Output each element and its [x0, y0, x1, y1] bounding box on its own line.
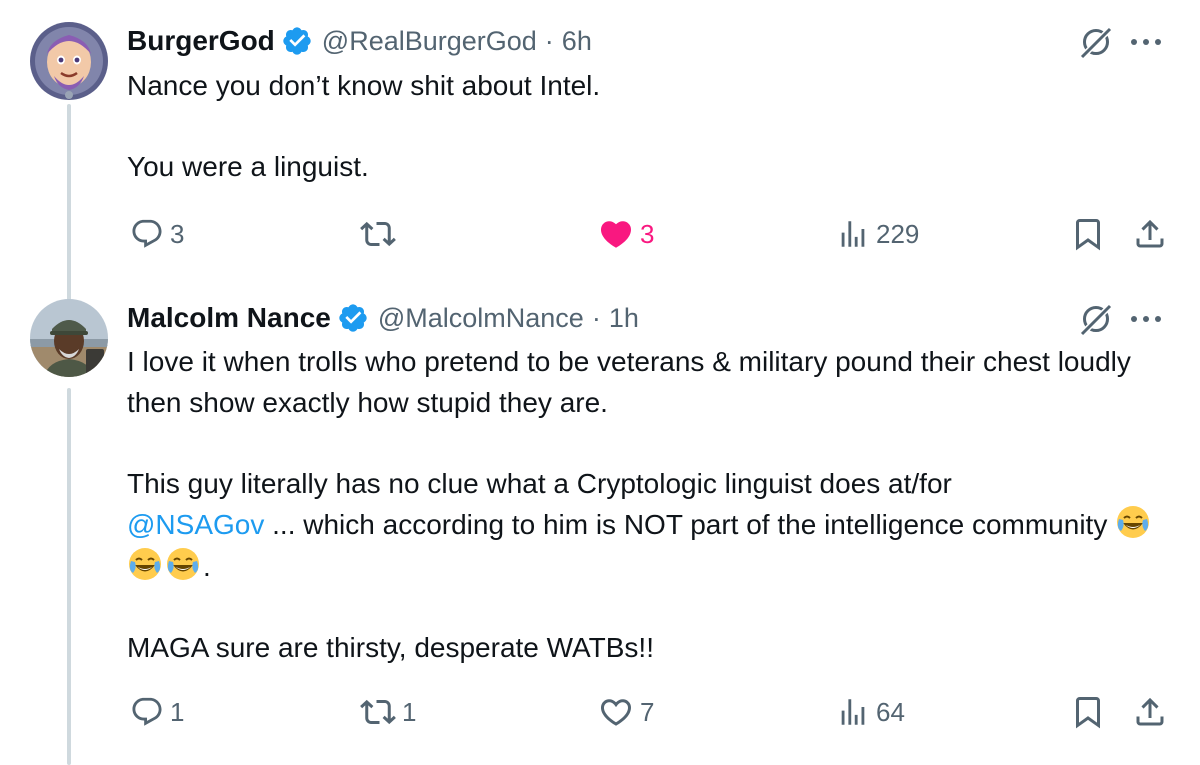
views-count: 229: [876, 218, 920, 249]
avatar[interactable]: [30, 299, 108, 377]
face-with-tears-of-joy-emoji: [1115, 504, 1151, 540]
author-name[interactable]: Malcolm Nance: [127, 302, 331, 334]
timestamp[interactable]: 1h: [609, 303, 639, 334]
thread-line: [67, 388, 71, 765]
views-count: 64: [876, 696, 905, 727]
reply-button[interactable]: 3: [130, 216, 184, 252]
views-icon: [841, 221, 865, 247]
separator-dot: ·: [544, 25, 554, 56]
heart-icon: [600, 699, 632, 726]
views-icon: [841, 699, 865, 725]
more-icon[interactable]: [1126, 307, 1166, 331]
share-icon: [1136, 219, 1164, 248]
reply-icon: [132, 219, 162, 248]
text-segment: ... which according to him is NOT part o…: [264, 509, 1108, 540]
tweet-paragraph: MAGA sure are thirsty, desperate WATBs!!: [127, 631, 654, 663]
bookmark-button[interactable]: [1070, 694, 1106, 730]
repost-icon: [360, 221, 396, 247]
share-button[interactable]: [1132, 694, 1168, 730]
like-count: 7: [640, 696, 655, 727]
like-count: 3: [640, 218, 655, 249]
more-icon[interactable]: [1126, 30, 1166, 54]
bookmark-button[interactable]: [1070, 216, 1106, 252]
bookmark-icon: [1076, 219, 1100, 251]
views-button[interactable]: 229: [836, 216, 919, 252]
separator-dot: ·: [591, 302, 601, 333]
face-with-tears-of-joy-emoji: [165, 546, 201, 582]
author-name[interactable]: BurgerGod: [127, 25, 275, 57]
tweet-text: Nance you don’t know shit about Intel. Y…: [127, 66, 1177, 188]
author-handle[interactable]: @RealBurgerGod: [322, 26, 537, 57]
face-with-tears-of-joy-emoji: [127, 546, 163, 582]
mention-link[interactable]: @NSAGov: [127, 509, 264, 540]
reply-button[interactable]: 1: [130, 694, 184, 730]
like-button[interactable]: 7: [598, 694, 654, 730]
repost-button[interactable]: 1: [360, 694, 416, 730]
author-handle[interactable]: @MalcolmNance: [378, 303, 584, 334]
heart-icon: [600, 221, 632, 248]
thread-line: [67, 104, 71, 302]
reply-icon: [132, 697, 162, 726]
tweet-text: I love it when trolls who pretend to be …: [127, 342, 1177, 668]
share-button[interactable]: [1132, 216, 1168, 252]
reply-count: 3: [170, 218, 185, 249]
share-icon: [1136, 697, 1164, 726]
verified-badge-icon[interactable]: [281, 25, 313, 57]
verified-badge-icon[interactable]: [337, 302, 369, 334]
repost-icon: [360, 699, 396, 725]
tweet-header: BurgerGod @RealBurgerGod · 6h: [127, 21, 592, 61]
repost-button[interactable]: [360, 216, 402, 252]
text-segment: .: [203, 550, 211, 582]
grok-icon[interactable]: [1078, 24, 1114, 60]
tweet-paragraph: Nance you don’t know shit about Intel.: [127, 70, 601, 101]
timestamp[interactable]: 6h: [562, 26, 592, 57]
views-button[interactable]: 64: [836, 694, 905, 730]
tweet-paragraph: I love it when trolls who pretend to be …: [127, 346, 1131, 418]
repost-count: 1: [402, 696, 417, 727]
grok-icon[interactable]: [1078, 301, 1114, 337]
bookmark-icon: [1076, 697, 1100, 729]
reply-count: 1: [170, 696, 185, 727]
tweet-paragraph: You were a linguist.: [127, 151, 369, 182]
tweet-paragraph: This guy literally has no clue what a Cr…: [127, 464, 1177, 588]
like-button[interactable]: 3: [598, 216, 654, 252]
avatar[interactable]: [30, 22, 108, 100]
tweet-header: Malcolm Nance @MalcolmNance · 1h: [127, 298, 639, 338]
text-segment: This guy literally has no clue what a Cr…: [127, 467, 952, 499]
